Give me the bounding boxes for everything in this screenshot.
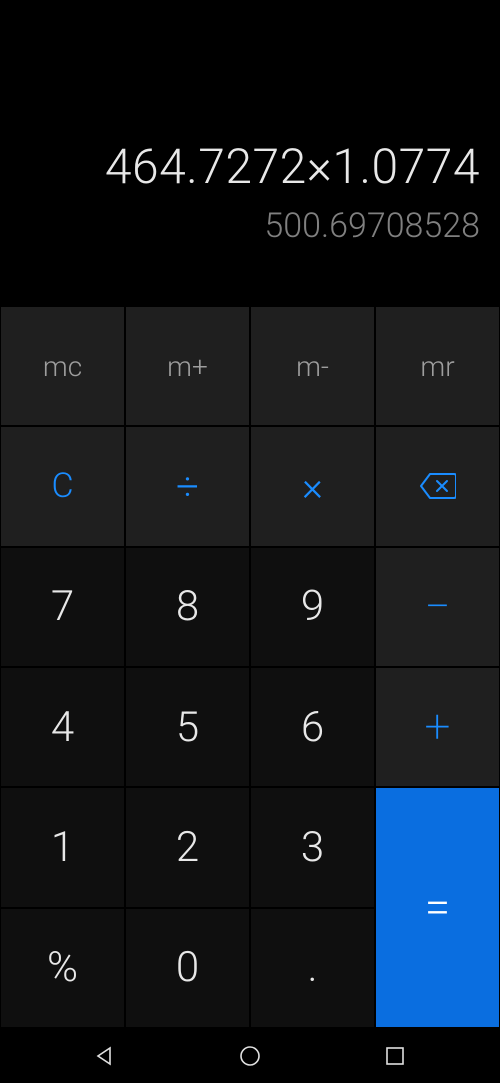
android-nav-bar <box>0 1028 500 1083</box>
memory-add-button[interactable]: m+ <box>125 306 250 426</box>
square-recents-icon <box>385 1046 405 1066</box>
digit-1-button[interactable]: 1 <box>0 787 125 907</box>
digit-9-button[interactable]: 9 <box>250 547 375 667</box>
percent-button[interactable]: % <box>0 908 125 1028</box>
back-button[interactable] <box>65 1036 145 1076</box>
plus-button[interactable]: + <box>375 667 500 787</box>
multiply-button[interactable]: × <box>250 426 375 546</box>
digit-5-button[interactable]: 5 <box>125 667 250 787</box>
minus-button[interactable]: − <box>375 547 500 667</box>
calculator-display: 464.7272×1.0774 500.69708528 <box>0 0 500 306</box>
digit-3-button[interactable]: 3 <box>250 787 375 907</box>
equals-button[interactable]: = <box>375 787 500 1028</box>
digit-6-button[interactable]: 6 <box>250 667 375 787</box>
digit-0-button[interactable]: 0 <box>125 908 250 1028</box>
result-text: 500.69708528 <box>264 206 480 246</box>
digit-4-button[interactable]: 4 <box>0 667 125 787</box>
digit-7-button[interactable]: 7 <box>0 547 125 667</box>
backspace-button[interactable] <box>375 426 500 546</box>
backspace-icon <box>420 472 456 500</box>
keypad: mc m+ m- mr C ÷ × 7 8 9 − 4 5 6 + 1 2 3 … <box>0 306 500 1028</box>
memory-recall-button[interactable]: mr <box>375 306 500 426</box>
home-button[interactable] <box>210 1036 290 1076</box>
expression-text: 464.7272×1.0774 <box>105 141 480 194</box>
digit-2-button[interactable]: 2 <box>125 787 250 907</box>
recents-button[interactable] <box>355 1036 435 1076</box>
triangle-back-icon <box>94 1045 116 1067</box>
memory-clear-button[interactable]: mc <box>0 306 125 426</box>
digit-8-button[interactable]: 8 <box>125 547 250 667</box>
clear-button[interactable]: C <box>0 426 125 546</box>
divide-button[interactable]: ÷ <box>125 426 250 546</box>
circle-home-icon <box>238 1044 262 1068</box>
decimal-button[interactable]: . <box>250 908 375 1028</box>
memory-subtract-button[interactable]: m- <box>250 306 375 426</box>
